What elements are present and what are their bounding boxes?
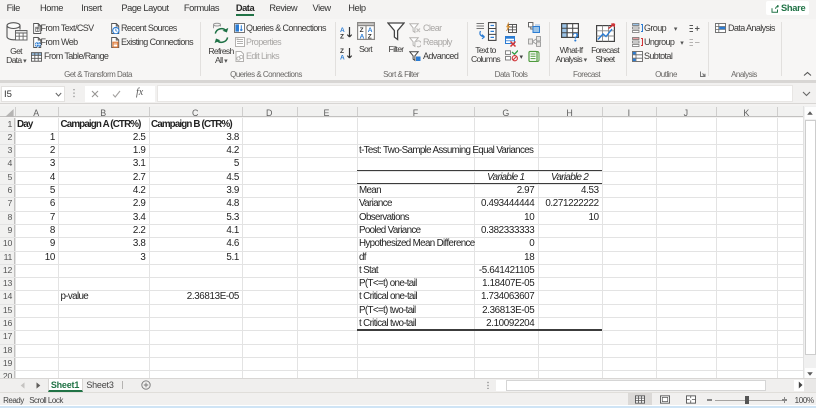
svg-text:?: ? <box>573 29 580 42</box>
svg-text:A: A <box>359 33 364 40</box>
svg-text:Z: Z <box>340 33 344 38</box>
svg-text:Z: Z <box>367 33 371 40</box>
svg-text:A: A <box>340 54 345 59</box>
